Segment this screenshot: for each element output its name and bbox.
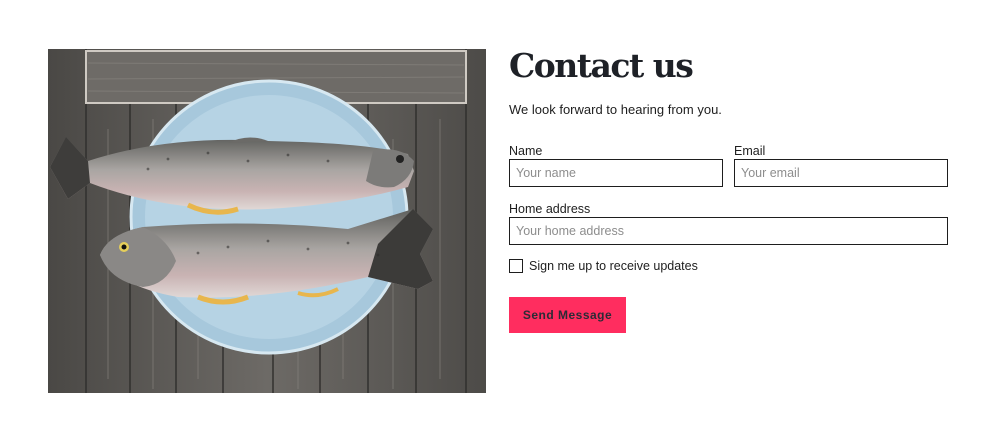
email-label: Email xyxy=(734,144,766,158)
contact-form: Contact us We look forward to hearing fr… xyxy=(509,44,949,333)
page-subtitle: We look forward to hearing from you. xyxy=(509,102,722,117)
page-title: Contact us xyxy=(509,46,694,85)
fish-on-plate-icon xyxy=(48,49,486,393)
updates-row: Sign me up to receive updates xyxy=(509,259,698,273)
address-field[interactable] xyxy=(509,217,948,245)
email-field[interactable] xyxy=(734,159,948,187)
name-label: Name xyxy=(509,144,543,158)
name-field[interactable] xyxy=(509,159,723,187)
updates-checkbox[interactable] xyxy=(509,259,523,273)
updates-label: Sign me up to receive updates xyxy=(529,259,698,273)
send-message-button[interactable]: Send Message xyxy=(509,297,626,333)
fish-photo xyxy=(48,49,486,393)
address-label: Home address xyxy=(509,202,591,216)
